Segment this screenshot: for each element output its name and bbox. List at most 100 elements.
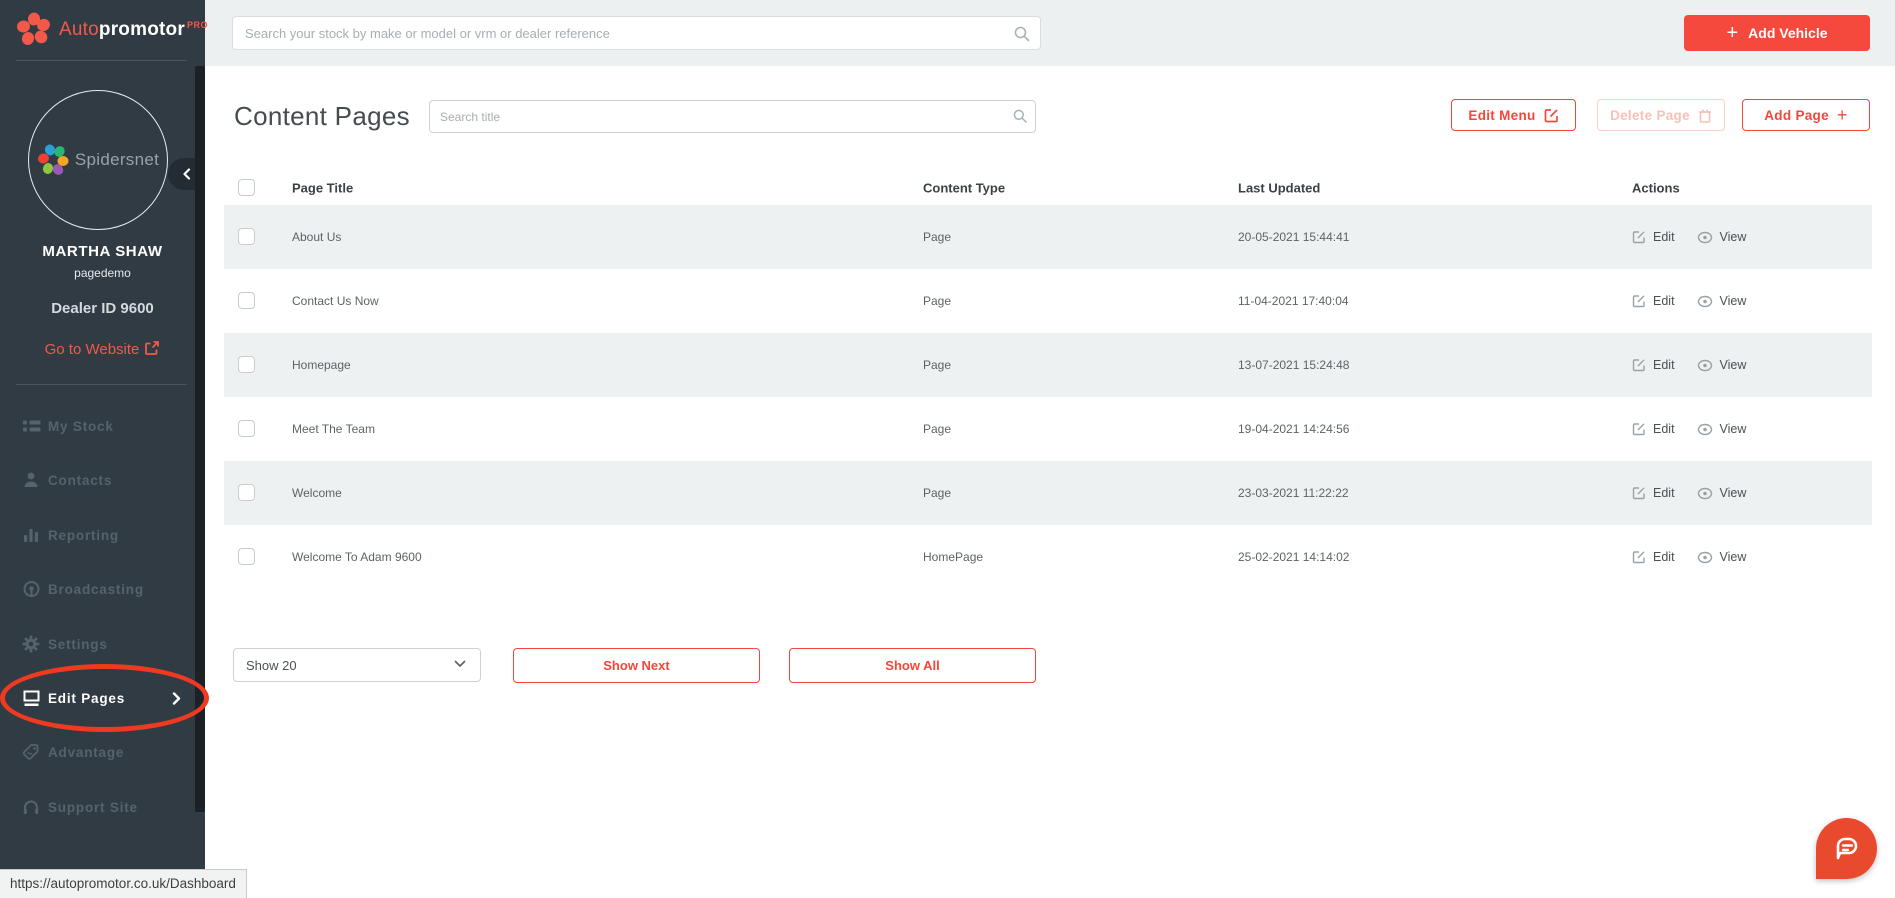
row-checkbox[interactable] bbox=[238, 484, 255, 501]
delete-page-label: Delete Page bbox=[1610, 108, 1690, 123]
row-view-action[interactable]: View bbox=[1697, 358, 1747, 372]
cell-content-type: Page bbox=[923, 422, 951, 436]
edit-icon bbox=[1544, 108, 1559, 123]
show-next-button[interactable]: Show Next bbox=[513, 648, 760, 683]
profile-name: MARTHA SHAW bbox=[0, 243, 205, 260]
chat-widget-button[interactable] bbox=[1816, 818, 1877, 879]
trash-icon bbox=[1698, 108, 1712, 123]
edit-icon bbox=[1632, 550, 1646, 564]
brand-name-light: Auto bbox=[59, 19, 99, 40]
cell-last-updated: 11-04-2021 17:40:04 bbox=[1238, 294, 1349, 308]
table-row: Meet The Team Page 19-04-2021 14:24:56 E… bbox=[224, 397, 1872, 461]
plus-icon: + bbox=[1837, 105, 1848, 126]
edit-action-label: Edit bbox=[1653, 294, 1675, 308]
row-checkbox[interactable] bbox=[238, 420, 255, 437]
sidebar-item-edit-pages[interactable]: Edit Pages bbox=[0, 676, 205, 720]
show-all-button[interactable]: Show All bbox=[789, 648, 1036, 683]
brand-logo: AutopromotorPRO bbox=[0, 0, 205, 60]
row-checkbox[interactable] bbox=[238, 548, 255, 565]
go-to-website-link[interactable]: Go to Website bbox=[0, 340, 205, 358]
title-search-input[interactable] bbox=[429, 100, 1036, 133]
cell-page-title: Welcome bbox=[292, 486, 342, 500]
sidebar-scrollbar[interactable] bbox=[195, 66, 205, 812]
row-view-action[interactable]: View bbox=[1697, 486, 1747, 500]
row-view-action[interactable]: View bbox=[1697, 422, 1747, 436]
eye-icon bbox=[1697, 359, 1713, 372]
sidebar-item-broadcasting[interactable]: Broadcasting bbox=[0, 567, 205, 611]
edit-menu-label: Edit Menu bbox=[1468, 108, 1535, 123]
sidebar-item-contacts[interactable]: Contacts bbox=[0, 458, 205, 502]
chevron-down-icon bbox=[454, 660, 466, 668]
row-checkbox[interactable] bbox=[238, 356, 255, 373]
brand-pro-badge: PRO bbox=[187, 20, 208, 30]
sidebar-item-label: Advantage bbox=[48, 745, 124, 760]
profile-username: pagedemo bbox=[0, 266, 205, 280]
sidebar-item-label: My Stock bbox=[48, 419, 114, 434]
sidebar-item-my-stock[interactable]: My Stock bbox=[0, 404, 205, 448]
table-row: Welcome Page 23-03-2021 11:22:22 Edit Vi… bbox=[224, 461, 1872, 525]
sidebar-divider bbox=[16, 384, 187, 385]
add-vehicle-button[interactable]: + Add Vehicle bbox=[1684, 15, 1870, 51]
sidebar-item-label: Reporting bbox=[48, 528, 119, 543]
table-row: Welcome To Adam 9600 HomePage 25-02-2021… bbox=[224, 525, 1872, 589]
row-edit-action[interactable]: Edit bbox=[1632, 294, 1675, 308]
sidebar-item-settings[interactable]: Settings bbox=[0, 622, 205, 666]
tag-icon bbox=[22, 743, 40, 761]
table-row: Contact Us Now Page 11-04-2021 17:40:04 … bbox=[224, 269, 1872, 333]
edit-menu-button[interactable]: Edit Menu bbox=[1451, 99, 1576, 131]
broadcast-icon bbox=[22, 580, 41, 599]
cell-content-type: Page bbox=[923, 294, 951, 308]
view-action-label: View bbox=[1720, 358, 1747, 372]
cell-content-type: Page bbox=[923, 486, 951, 500]
eye-icon bbox=[1697, 231, 1713, 244]
row-checkbox[interactable] bbox=[238, 228, 255, 245]
row-view-action[interactable]: View bbox=[1697, 550, 1747, 564]
spidersnet-flower-icon bbox=[37, 143, 71, 177]
delete-page-button[interactable]: Delete Page bbox=[1597, 99, 1725, 131]
stock-list-icon bbox=[22, 417, 41, 435]
stock-search-input[interactable] bbox=[232, 16, 1041, 50]
topbar: + Add Vehicle bbox=[205, 0, 1895, 66]
cell-page-title: Contact Us Now bbox=[292, 294, 379, 308]
row-edit-action[interactable]: Edit bbox=[1632, 422, 1675, 436]
row-edit-action[interactable]: Edit bbox=[1632, 230, 1675, 244]
dealer-id: Dealer ID 9600 bbox=[0, 300, 205, 317]
view-action-label: View bbox=[1720, 230, 1747, 244]
sidebar-divider bbox=[16, 60, 187, 61]
row-edit-action[interactable]: Edit bbox=[1632, 358, 1675, 372]
cell-last-updated: 25-02-2021 14:14:02 bbox=[1238, 550, 1349, 564]
row-view-action[interactable]: View bbox=[1697, 230, 1747, 244]
sidebar: AutopromotorPRO Spidersnet MARTHA S bbox=[0, 0, 205, 898]
header-content-type: Content Type bbox=[923, 181, 1005, 196]
row-checkbox[interactable] bbox=[238, 292, 255, 309]
person-icon bbox=[22, 471, 40, 489]
header-actions: Actions bbox=[1632, 181, 1680, 196]
add-page-button[interactable]: Add Page + bbox=[1742, 99, 1870, 131]
header-last-updated: Last Updated bbox=[1238, 181, 1320, 196]
sidebar-item-label: Broadcasting bbox=[48, 582, 144, 597]
select-all-checkbox[interactable] bbox=[238, 179, 255, 196]
content-pages-table: Page Title Content Type Last Updated Act… bbox=[224, 171, 1872, 589]
view-action-label: View bbox=[1720, 550, 1747, 564]
eye-icon bbox=[1697, 295, 1713, 308]
row-view-action[interactable]: View bbox=[1697, 294, 1747, 308]
sidebar-item-reporting[interactable]: Reporting bbox=[0, 513, 205, 557]
cell-page-title: About Us bbox=[292, 230, 341, 244]
cell-page-title: Welcome To Adam 9600 bbox=[292, 550, 422, 564]
sidebar-item-advantage[interactable]: Advantage bbox=[0, 730, 205, 774]
chevron-right-icon bbox=[172, 692, 181, 705]
add-page-label: Add Page bbox=[1764, 108, 1829, 123]
plus-icon: + bbox=[1726, 23, 1738, 43]
chevron-left-icon bbox=[182, 168, 192, 180]
page-size-select[interactable]: Show 20 bbox=[233, 648, 481, 682]
eye-icon bbox=[1697, 423, 1713, 436]
row-edit-action[interactable]: Edit bbox=[1632, 550, 1675, 564]
cell-page-title: Homepage bbox=[292, 358, 351, 372]
headset-icon bbox=[22, 798, 40, 816]
table-row: About Us Page 20-05-2021 15:44:41 Edit V… bbox=[224, 205, 1872, 269]
view-action-label: View bbox=[1720, 422, 1747, 436]
sidebar-item-support-site[interactable]: Support Site bbox=[0, 785, 205, 829]
view-action-label: View bbox=[1720, 486, 1747, 500]
cell-last-updated: 19-04-2021 14:24:56 bbox=[1238, 422, 1349, 436]
row-edit-action[interactable]: Edit bbox=[1632, 486, 1675, 500]
